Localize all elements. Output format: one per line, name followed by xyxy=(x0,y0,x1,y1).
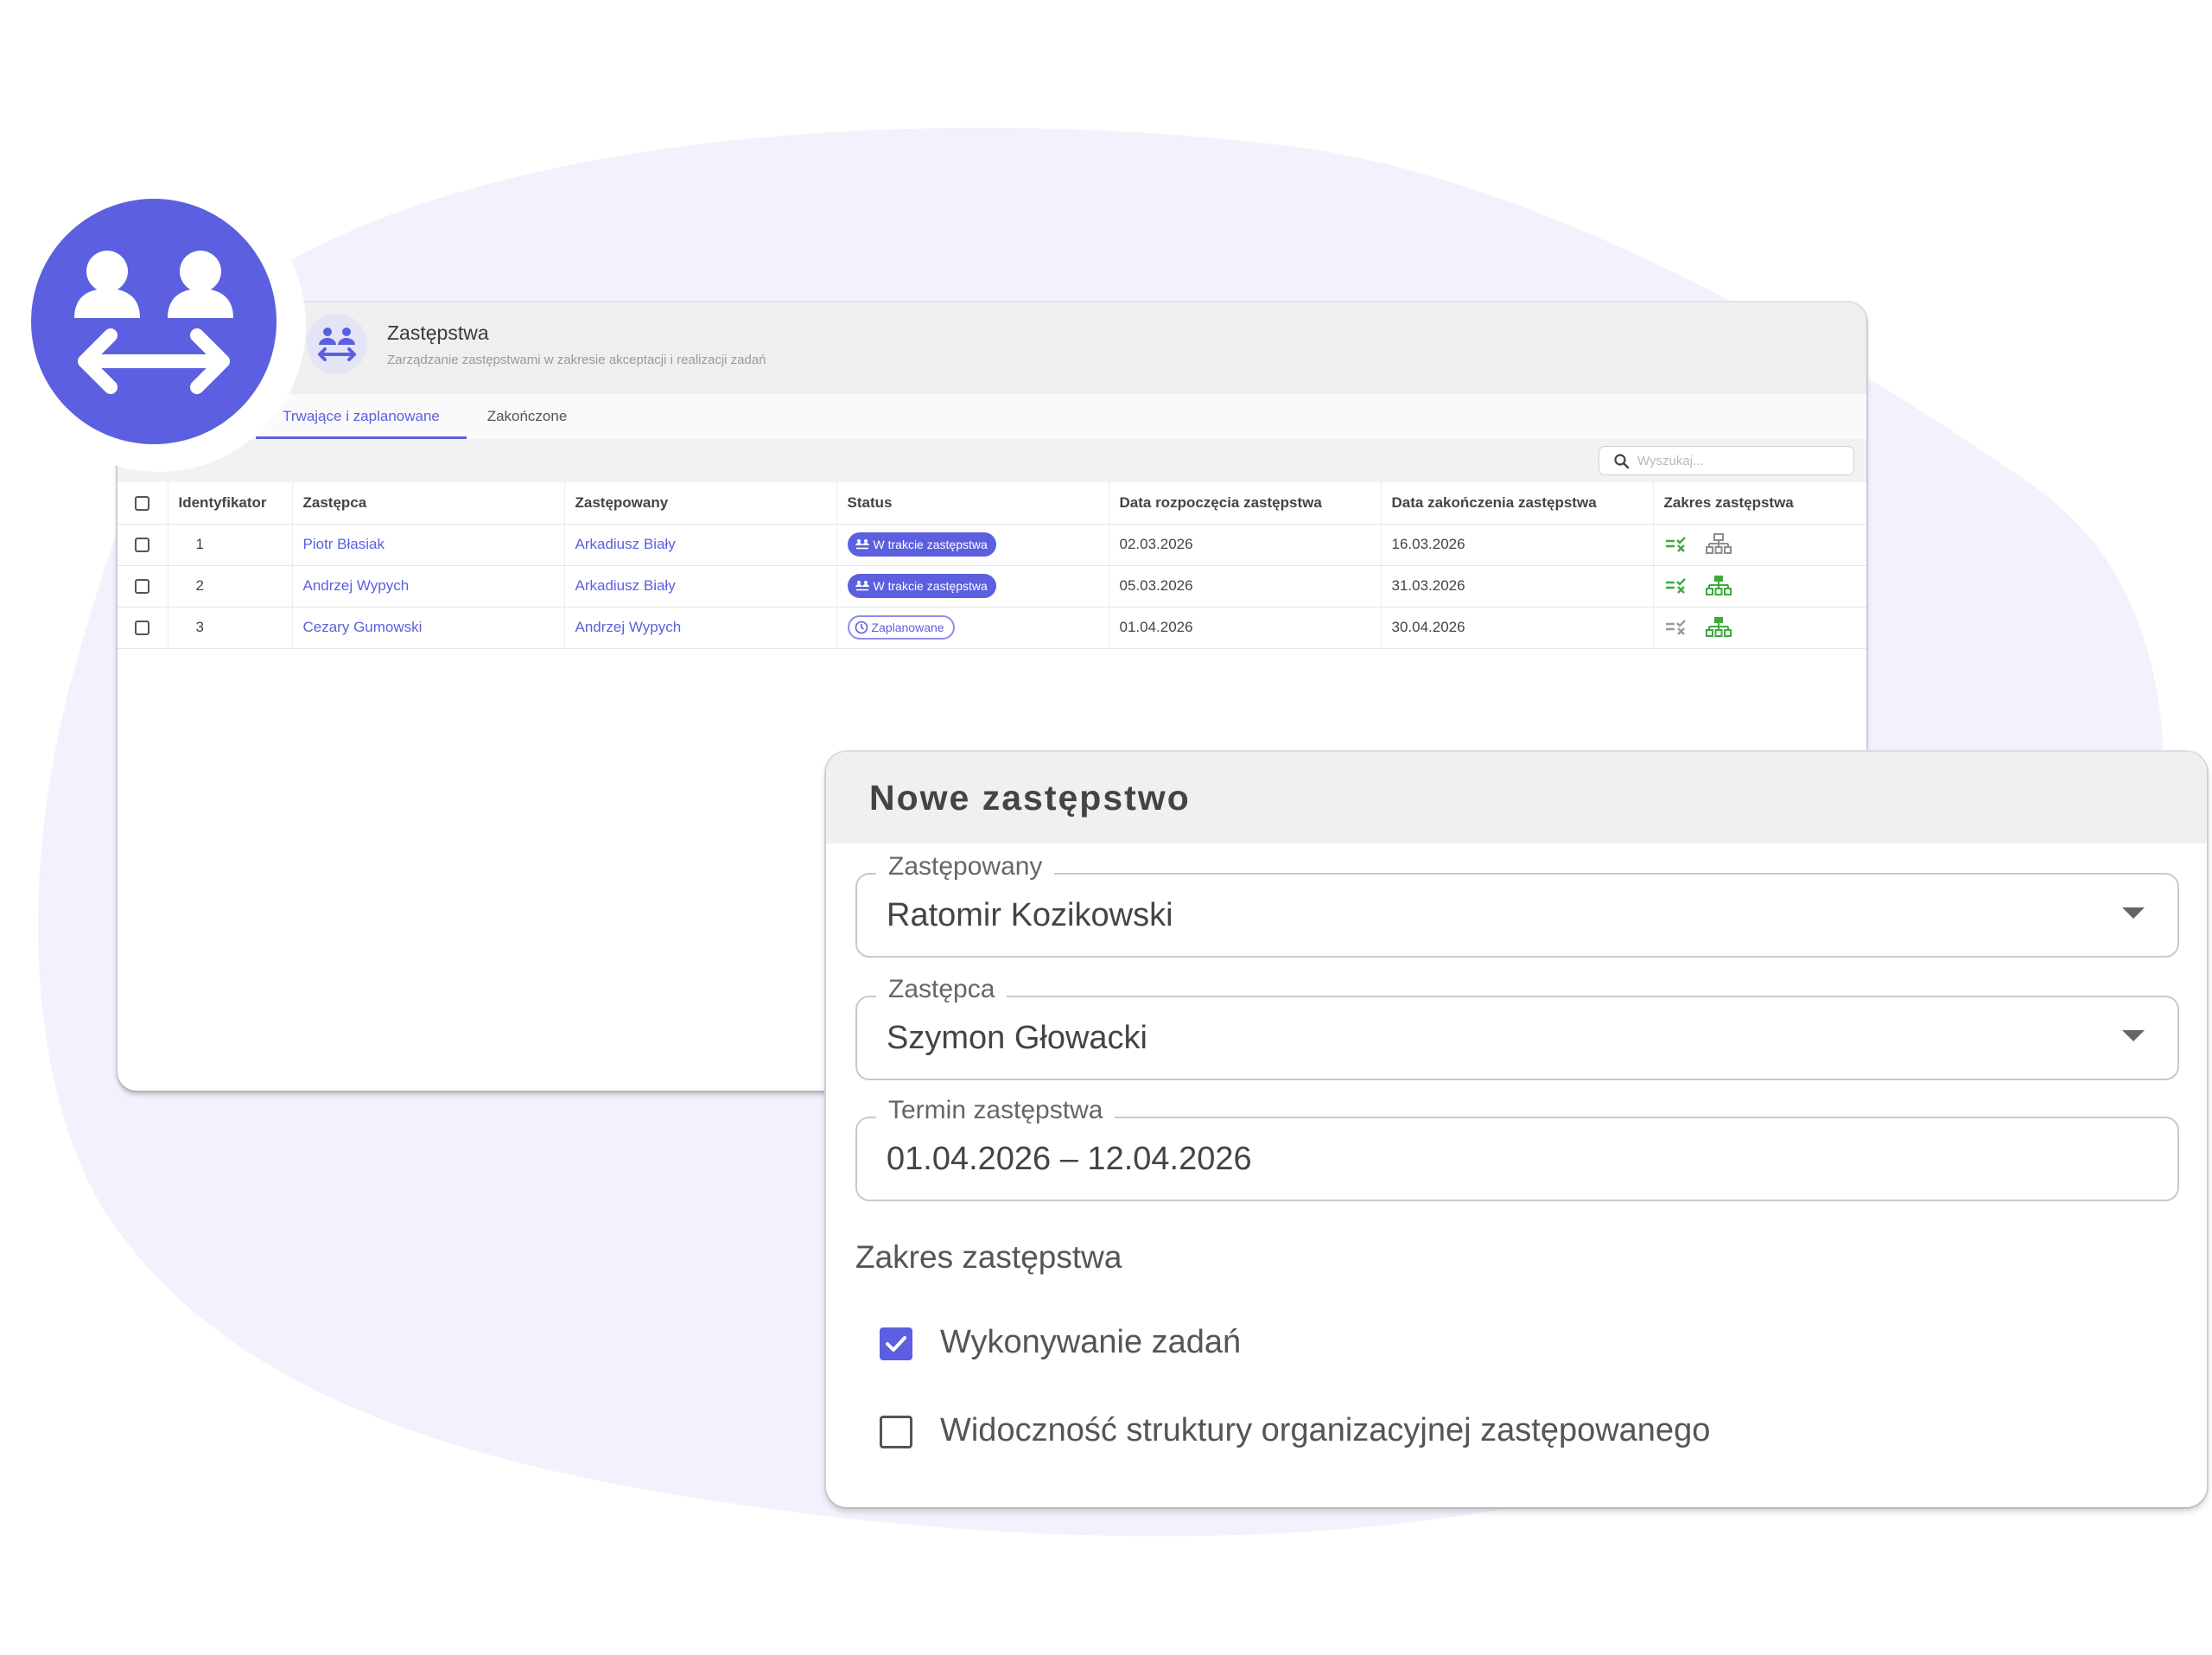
module-subtitle: Zarządzanie zastępstwami w zakresie akce… xyxy=(387,353,766,367)
table-header-row: Identyfikator Zastępca Zastępowany Statu… xyxy=(118,482,1866,525)
row-id[interactable]: 3 xyxy=(168,607,293,649)
term-date-range-input[interactable]: Termin zastępstwa 01.04.2026 – 12.04.202… xyxy=(855,1096,2179,1201)
status-label: Zaplanowane xyxy=(871,621,944,634)
deputy-label: Zastępca xyxy=(876,975,1007,1004)
row-start-date: 05.03.2026 xyxy=(1109,565,1382,608)
task-execution-icon xyxy=(1665,578,1686,594)
module-header: Zastępstwa Zarządzanie zastępstwami w za… xyxy=(118,302,1866,394)
tab-finished[interactable]: Zakończone xyxy=(467,394,588,439)
deputy-select[interactable]: Zastępca Szymon Głowacki xyxy=(855,975,2179,1080)
column-header-scope[interactable]: Zakres zastępstwa xyxy=(1653,482,1866,525)
module-badge xyxy=(12,178,306,472)
row-checkbox[interactable] xyxy=(135,579,149,595)
org-structure-label: Widoczność struktury organizacyjnej zast… xyxy=(940,1412,1711,1448)
substitution-small-icon xyxy=(855,580,869,591)
task-execution-checkbox[interactable] xyxy=(880,1327,912,1360)
dropdown-arrow-icon[interactable] xyxy=(2122,907,2145,919)
clock-icon xyxy=(855,621,868,634)
org-structure-icon xyxy=(1706,576,1732,595)
row-start-date: 02.03.2026 xyxy=(1109,524,1382,566)
org-structure-checkbox[interactable] xyxy=(880,1416,912,1448)
row-deputy-link[interactable]: Andrzej Wypych xyxy=(303,577,410,594)
substitution-icon xyxy=(307,314,367,374)
scope-section-title: Zakres zastępstwa xyxy=(855,1239,1122,1275)
row-end-date: 30.04.2026 xyxy=(1381,607,1654,649)
select-all-checkbox[interactable] xyxy=(135,495,149,511)
search-placeholder: Wyszukaj... xyxy=(1637,454,1704,468)
substitution-large-icon xyxy=(74,251,233,394)
table-row[interactable]: 3 Cezary Gumowski Andrzej Wypych Zaplano… xyxy=(118,607,1866,649)
row-deputy-link[interactable]: Piotr Błasiak xyxy=(303,536,385,552)
task-execution-icon xyxy=(1665,537,1686,552)
search-icon xyxy=(1614,454,1630,469)
new-substitution-dialog: Nowe zastępstwo Zastępowany Ratomir Kozi… xyxy=(826,752,2207,1507)
deputy-value: Szymon Głowacki xyxy=(887,1020,1147,1056)
replaced-value: Ratomir Kozikowski xyxy=(887,897,1173,933)
status-label: W trakcie zastępstwa xyxy=(873,538,988,551)
row-replaced-link[interactable]: Arkadiusz Biały xyxy=(575,577,676,594)
row-end-date: 16.03.2026 xyxy=(1381,524,1654,566)
status-badge: W trakcie zastępstwa xyxy=(847,532,996,557)
term-label: Termin zastępstwa xyxy=(876,1096,1116,1125)
column-header-end-date[interactable]: Data zakończenia zastępstwa xyxy=(1381,482,1654,525)
column-header-deputy[interactable]: Zastępca xyxy=(292,482,565,525)
row-id[interactable]: 2 xyxy=(168,565,293,608)
dialog-title: Nowe zastępstwo xyxy=(869,778,1191,818)
row-checkbox[interactable] xyxy=(135,538,149,553)
table-row[interactable]: 1 Piotr Błasiak Arkadiusz Biały W trakci… xyxy=(118,524,1866,566)
table-toolbar: Wyszukaj... xyxy=(118,439,1866,482)
task-execution-icon xyxy=(1665,620,1686,635)
row-id[interactable]: 1 xyxy=(168,524,293,566)
replaced-label: Zastępowany xyxy=(876,852,1055,882)
dropdown-arrow-icon[interactable] xyxy=(2122,1030,2145,1041)
org-structure-icon xyxy=(1706,533,1732,554)
tab-ongoing-planned[interactable]: Trwające i zaplanowane xyxy=(256,394,467,439)
substitutions-table: Identyfikator Zastępca Zastępowany Statu… xyxy=(118,482,1866,649)
dialog-header: Nowe zastępstwo xyxy=(826,752,2207,843)
row-replaced-link[interactable]: Arkadiusz Biały xyxy=(575,536,676,552)
replaced-select[interactable]: Zastępowany Ratomir Kozikowski xyxy=(855,852,2179,958)
check-icon xyxy=(886,1336,906,1352)
status-badge: Zaplanowane xyxy=(847,615,955,640)
status-badge: W trakcie zastępstwa xyxy=(847,574,996,598)
table-row[interactable]: 2 Andrzej Wypych Arkadiusz Biały W trakc… xyxy=(118,565,1866,608)
column-header-id[interactable]: Identyfikator xyxy=(168,482,293,525)
org-structure-icon xyxy=(1706,617,1732,637)
row-deputy-link[interactable]: Cezary Gumowski xyxy=(303,619,423,635)
column-header-replaced[interactable]: Zastępowany xyxy=(564,482,837,525)
module-badge-circle xyxy=(31,199,276,444)
column-header-status[interactable]: Status xyxy=(836,482,1109,525)
row-end-date: 31.03.2026 xyxy=(1381,565,1654,608)
row-replaced-link[interactable]: Andrzej Wypych xyxy=(575,619,682,635)
tab-bar: Trwające i zaplanowane Zakończone xyxy=(118,394,1866,439)
status-label: W trakcie zastępstwa xyxy=(873,579,988,593)
search-input[interactable]: Wyszukaj... xyxy=(1599,446,1854,475)
substitution-small-icon xyxy=(855,538,869,550)
row-checkbox[interactable] xyxy=(135,621,149,636)
term-value: 01.04.2026 – 12.04.2026 xyxy=(887,1141,1252,1177)
module-title: Zastępstwa xyxy=(387,321,489,344)
row-start-date: 01.04.2026 xyxy=(1109,607,1382,649)
task-execution-label: Wykonywanie zadań xyxy=(940,1324,1242,1360)
column-header-start-date[interactable]: Data rozpoczęcia zastępstwa xyxy=(1109,482,1382,525)
